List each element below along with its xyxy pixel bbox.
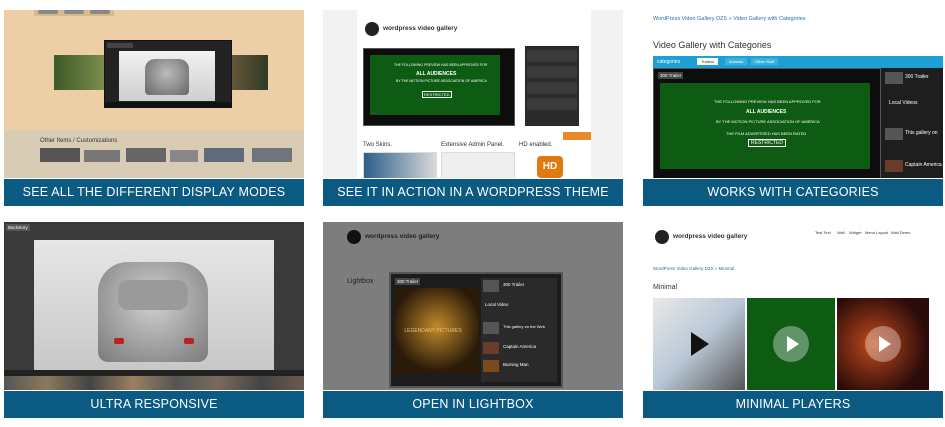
video-player[interactable]: THE FOLLOWING PREVIEW HAS BEEN APPROVED … — [363, 48, 515, 126]
site-title: wordpress video gallery — [365, 233, 440, 240]
box-label-2: Extensive Admin Panel. — [441, 142, 505, 148]
nav-item-5[interactable]: Wall Demo — [891, 230, 910, 235]
playlist-sidebar — [525, 46, 579, 126]
carousel-left-thumb — [54, 55, 104, 90]
mode-thumb-1[interactable] — [40, 148, 80, 162]
site-logo — [347, 230, 361, 244]
carousel-right-thumb — [228, 55, 268, 90]
video-player[interactable]: 300 Trailer THE FOLLOWING PREVIEW HAS BE… — [653, 68, 881, 178]
nav-item-1[interactable]: Test Text — [815, 230, 831, 235]
minimal-player-1[interactable] — [653, 298, 745, 390]
minimal-player-3[interactable] — [837, 298, 929, 390]
tile-caption[interactable]: MINIMAL PLAYERS — [643, 391, 943, 418]
video-tag: Backstory — [6, 224, 30, 231]
nav-item-2[interactable]: Wall — [837, 230, 845, 235]
car-video[interactable] — [34, 240, 274, 370]
site-title: wordpress video gallery — [673, 233, 748, 240]
display-modes-tile[interactable]: Other Items / Customizations SEE ALL THE… — [4, 10, 304, 206]
box-label-1: Two Skins. — [363, 142, 393, 148]
mode-thumb-2[interactable] — [84, 150, 120, 162]
playlist-sidebar: 300 Trailer Local Videos This gallery on… — [881, 68, 943, 178]
wordpress-theme-screenshot: wordpress video gallery THE FOLLOWING PR… — [323, 10, 623, 178]
lightbox-screenshot: wordpress video gallery Lightbox 300 Tra… — [323, 222, 623, 390]
tile-caption[interactable]: OPEN IN LIGHTBOX — [323, 391, 623, 418]
tile-caption[interactable]: SEE IT IN ACTION IN A WORDPRESS THEME — [323, 179, 623, 206]
mode-thumb-6[interactable] — [252, 148, 292, 162]
lightbox-tile[interactable]: wordpress video gallery Lightbox 300 Tra… — [323, 222, 623, 418]
carousel-main-player[interactable] — [104, 40, 232, 108]
breadcrumb: WordPress Video Gallery DZS » Video Gall… — [653, 16, 806, 22]
site-logo — [655, 230, 669, 244]
play-icon[interactable] — [787, 336, 799, 352]
nav-item-3[interactable]: Widget — [849, 230, 861, 235]
page-title: Lightbox — [347, 278, 374, 285]
mode-thumb-5[interactable] — [204, 148, 244, 162]
page-title: Video Gallery with Categories — [653, 40, 772, 50]
orange-button[interactable] — [563, 132, 591, 140]
play-icon[interactable] — [879, 336, 891, 352]
page-title: Minimal — [653, 284, 678, 291]
tile-caption[interactable]: WORKS WITH CATEGORIES — [643, 179, 943, 206]
mode-thumb-3[interactable] — [126, 148, 166, 162]
tile-caption[interactable]: SEE ALL THE DIFFERENT DISPLAY MODES — [4, 179, 304, 206]
lightbox-video[interactable]: LEGENDARY PICTURES — [395, 288, 479, 374]
categories-screenshot: WordPress Video Gallery DZS » Video Gall… — [643, 10, 943, 178]
box-label-3: HD enabled. — [519, 142, 553, 148]
mode-thumb-4[interactable] — [170, 150, 198, 162]
other-items-label: Other Items / Customizations — [40, 138, 118, 144]
responsive-screenshot: Backstory — [4, 222, 304, 390]
minimal-players-tile[interactable]: wordpress video gallery Test Text Wall W… — [643, 222, 943, 418]
category-tab-animals[interactable]: Animals — [725, 58, 748, 65]
breadcrumb: WordPress Video Gallery DZS » Minimal — [653, 266, 735, 271]
wordpress-theme-tile[interactable]: wordpress video gallery THE FOLLOWING PR… — [323, 10, 623, 206]
hd-badge: HD — [537, 156, 563, 178]
category-tab-trailers[interactable]: Trailers — [697, 58, 719, 65]
categories-tile[interactable]: WordPress Video Gallery DZS » Video Gall… — [643, 10, 943, 206]
display-modes-screenshot: Other Items / Customizations — [4, 10, 304, 178]
thumb-strip — [4, 376, 304, 390]
responsive-tile[interactable]: Backstory ULTRA RESPONSIVE — [4, 222, 304, 418]
site-logo — [365, 22, 379, 36]
category-bar: categories Trailers Animals Other Stuff — [653, 56, 943, 68]
category-tab-other[interactable]: Other Stuff — [751, 58, 779, 65]
site-title: wordpress video gallery — [383, 25, 458, 32]
tile-caption[interactable]: ULTRA RESPONSIVE — [4, 391, 304, 418]
lightbox-overlay[interactable]: 300 Trailer LEGENDARY PICTURES 300 Trail… — [389, 272, 563, 388]
minimal-player-2[interactable] — [747, 298, 835, 390]
nav-item-4[interactable]: Menu Layout — [865, 230, 888, 235]
play-icon[interactable] — [691, 332, 709, 356]
minimal-players-screenshot: wordpress video gallery Test Text Wall W… — [643, 222, 943, 390]
